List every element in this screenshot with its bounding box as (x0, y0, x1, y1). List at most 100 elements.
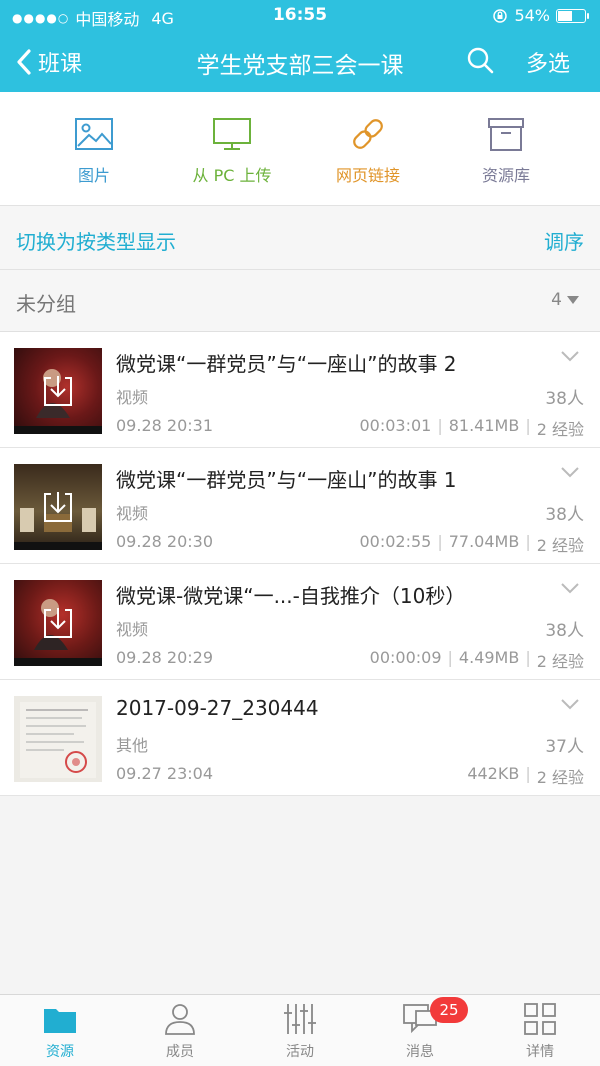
divider: | (525, 764, 531, 783)
battery-icon (556, 8, 589, 23)
group-count: 4 (551, 290, 580, 310)
battery-fill (558, 10, 572, 21)
list-item[interactable]: 微党课“一群党员”与“一座山”的故事 1 视频 38人 09.28 20:30 … (0, 448, 600, 564)
divider: | (525, 532, 531, 551)
chevron-down-icon[interactable] (560, 350, 580, 362)
upload-resource-library-label: 资源库 (481, 166, 530, 185)
grid-icon (524, 1003, 556, 1035)
multi-select-button[interactable]: 多选 (526, 46, 570, 78)
chevron-down-icon[interactable] (560, 466, 580, 478)
resource-title: 微党课-微党课“一...-自我推介（10秒） (116, 584, 466, 608)
resource-exp: 2 经验 (536, 420, 584, 439)
resource-meta: 00:00:09 | 4.49MB | 2 经验 (370, 648, 584, 672)
tab-members-label: 成员 (166, 1044, 194, 1060)
resource-viewers: 38人 (545, 621, 584, 641)
tab-members[interactable]: 成员 (120, 1001, 240, 1061)
resource-type: 视频 (116, 504, 149, 523)
chevron-down-icon[interactable] (560, 582, 580, 594)
upload-resource-library-button[interactable]: 资源库 (441, 116, 571, 186)
tab-details-label: 详情 (526, 1044, 554, 1060)
resource-meta: 00:03:01 | 81.41MB | 2 经验 (359, 416, 584, 440)
caret-down-icon (567, 296, 579, 304)
upload-web-link-button[interactable]: 网页链接 (303, 116, 433, 186)
resource-exp: 2 经验 (536, 768, 584, 787)
unread-badge: 25 (430, 997, 468, 1023)
list-item[interactable]: 微党课-微党课“一...-自我推介（10秒） 视频 38人 09.28 20:2… (0, 564, 600, 680)
video-thumbnail (14, 580, 102, 666)
battery-percent: 54% (514, 6, 550, 25)
reorder-button[interactable]: 调序 (544, 226, 584, 255)
resource-size: 4.49MB (458, 648, 520, 667)
resource-duration: 00:03:01 (359, 416, 432, 435)
resource-duration: 00:02:55 (359, 532, 432, 551)
download-icon (44, 492, 72, 522)
tab-resources-label: 资源 (46, 1044, 74, 1060)
chevron-down-icon[interactable] (560, 698, 580, 710)
sliders-icon (284, 1004, 316, 1034)
tab-activities-label: 活动 (286, 1044, 314, 1060)
resource-exp: 2 经验 (536, 652, 584, 671)
divider: | (525, 648, 531, 667)
upload-from-pc-button[interactable]: 从 PC 上传 (167, 116, 297, 186)
download-icon (44, 376, 72, 406)
resource-date: 09.28 20:31 (116, 416, 213, 435)
status-bar: ●●●●○ 中国移动 4G 16:55 54% (0, 0, 600, 30)
tab-resources[interactable]: 资源 (0, 1001, 120, 1061)
search-icon[interactable] (466, 46, 494, 74)
section-bar: 切换为按类型显示 调序 (0, 206, 600, 270)
person-icon (165, 1004, 195, 1035)
list-item[interactable]: 微党课“一群党员”与“一座山”的故事 2 视频 38人 09.28 20:31 … (0, 332, 600, 448)
document-thumbnail (14, 696, 102, 782)
page-title: 学生党支部三会一课 (196, 53, 404, 79)
nav-bar: 班课 学生党支部三会一课 多选 (0, 30, 600, 92)
video-thumbnail (14, 348, 102, 434)
archive-box-icon (488, 118, 524, 151)
group-count-value: 4 (551, 290, 562, 310)
folder-icon (44, 1009, 76, 1033)
tab-activities[interactable]: 活动 (240, 1001, 360, 1061)
download-icon (44, 608, 72, 638)
divider: | (525, 416, 531, 435)
rotation-lock-icon (493, 8, 508, 23)
tab-messages-label: 消息 (406, 1044, 434, 1060)
divider: | (447, 648, 453, 667)
group-header[interactable]: 未分组 4 (0, 270, 600, 332)
tab-messages[interactable]: 消息 25 (360, 997, 480, 1061)
resource-size: 77.04MB (448, 532, 520, 551)
resource-title: 2017-09-27_230444 (116, 696, 319, 720)
upload-image-label: 图片 (77, 166, 110, 185)
upload-image-button[interactable]: 图片 (29, 116, 159, 186)
upload-from-pc-label: 从 PC 上传 (192, 166, 272, 185)
resource-meta: 442KB | 2 经验 (467, 764, 584, 788)
resource-type: 视频 (116, 620, 149, 639)
resource-viewers: 37人 (545, 737, 584, 757)
upload-options-bar: 图片 从 PC 上传 网页链接 资源库 (0, 92, 600, 206)
group-name: 未分组 (16, 292, 76, 316)
image-icon (75, 118, 113, 150)
switch-view-button[interactable]: 切换为按类型显示 (16, 226, 176, 255)
upload-web-link-label: 网页链接 (335, 166, 400, 185)
resource-title: 微党课“一群党员”与“一座山”的故事 2 (116, 352, 457, 376)
divider: | (437, 416, 443, 435)
top-bar: ●●●●○ 中国移动 4G 16:55 54% 班课 学生党支部三会一课 多选 (0, 0, 600, 92)
resource-viewers: 38人 (545, 389, 584, 409)
resource-size: 442KB (467, 764, 520, 783)
resource-list: 微党课“一群党员”与“一座山”的故事 2 视频 38人 09.28 20:31 … (0, 332, 600, 796)
resource-type: 其他 (116, 736, 149, 755)
list-item[interactable]: 2017-09-27_230444 其他 37人 09.27 23:04 442… (0, 680, 600, 796)
video-thumbnail (14, 464, 102, 550)
resource-meta: 00:02:55 | 77.04MB | 2 经验 (359, 532, 584, 556)
resource-date: 09.27 23:04 (116, 764, 213, 783)
divider: | (437, 532, 443, 551)
monitor-icon (213, 118, 251, 150)
resource-date: 09.28 20:30 (116, 532, 213, 551)
resource-date: 09.28 20:29 (116, 648, 213, 667)
tab-details[interactable]: 详情 (480, 1001, 600, 1061)
link-icon (353, 119, 383, 149)
status-right: 54% (492, 6, 589, 25)
resource-size: 81.41MB (448, 416, 520, 435)
document-scan-image (20, 702, 96, 778)
resource-type: 视频 (116, 388, 149, 407)
resource-viewers: 38人 (545, 505, 584, 525)
resource-exp: 2 经验 (536, 536, 584, 555)
